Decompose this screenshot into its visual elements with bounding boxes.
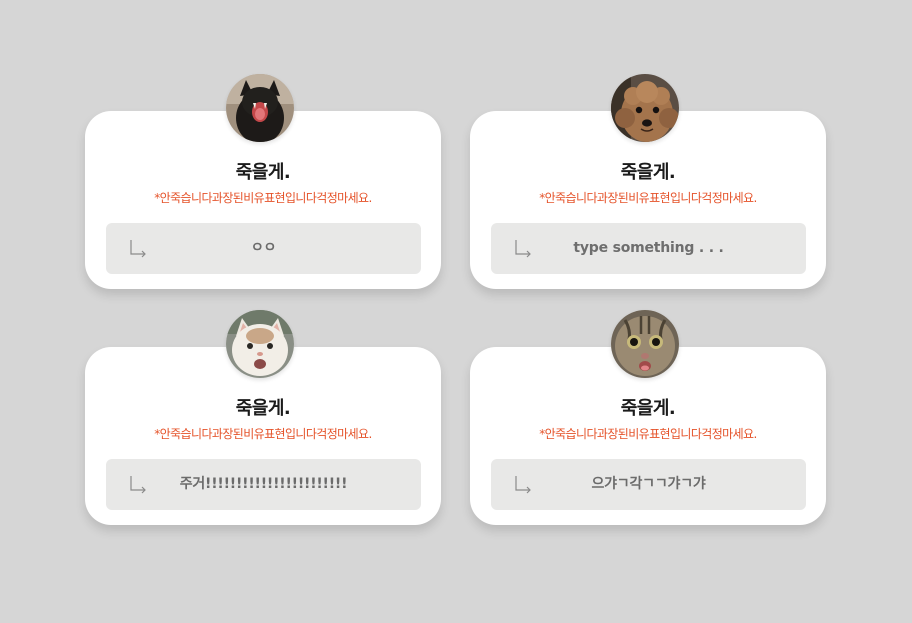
tabby-cat-face-photo xyxy=(611,310,679,378)
avatar xyxy=(226,310,294,378)
card-title: 죽을게. xyxy=(620,398,676,419)
card-title: 죽을게. xyxy=(235,162,291,183)
white-cat-face-photo xyxy=(226,310,294,378)
reply-text: ㅇㅇ xyxy=(250,240,277,256)
avatar xyxy=(226,74,294,142)
reply-input[interactable]: 주거!!!!!!!!!!!!!!!!!!!!!!! xyxy=(106,459,421,510)
disclaimer-text: *안죽습니다과장된비유표현입니다걱정마세요. xyxy=(539,191,757,205)
brown-poodle-photo xyxy=(611,74,679,142)
reply-text: 주거!!!!!!!!!!!!!!!!!!!!!!! xyxy=(179,476,348,492)
reply-input[interactable]: 으갸ㄱ각ㄱㄱ갸ㄱ갸 xyxy=(491,459,806,510)
reply-text: 으갸ㄱ각ㄱㄱ갸ㄱ갸 xyxy=(591,476,706,492)
message-card: 죽을게. *안죽습니다과장된비유표현입니다걱정마세요. ㅇㅇ xyxy=(85,74,441,289)
reply-input[interactable]: type something . . . xyxy=(491,223,806,274)
black-cat-yawning-photo xyxy=(226,74,294,142)
avatar xyxy=(611,310,679,378)
disclaimer-text: *안죽습니다과장된비유표현입니다걱정마세요. xyxy=(154,427,372,441)
message-card: 죽을게. *안죽습니다과장된비유표현입니다걱정마세요. type somethi… xyxy=(470,74,826,289)
card-title: 죽을게. xyxy=(620,162,676,183)
disclaimer-text: *안죽습니다과장된비유표현입니다걱정마세요. xyxy=(539,427,757,441)
card-title: 죽을게. xyxy=(235,398,291,419)
message-card: 죽을게. *안죽습니다과장된비유표현입니다걱정마세요. 으갸ㄱ각ㄱㄱ갸ㄱ갸 xyxy=(470,310,826,525)
reply-input[interactable]: ㅇㅇ xyxy=(106,223,421,274)
disclaimer-text: *안죽습니다과장된비유표현입니다걱정마세요. xyxy=(154,191,372,205)
message-card: 죽을게. *안죽습니다과장된비유표현입니다걱정마세요. 주거!!!!!!!!!!… xyxy=(85,310,441,525)
reply-placeholder: type something . . . xyxy=(573,240,724,256)
avatar xyxy=(611,74,679,142)
